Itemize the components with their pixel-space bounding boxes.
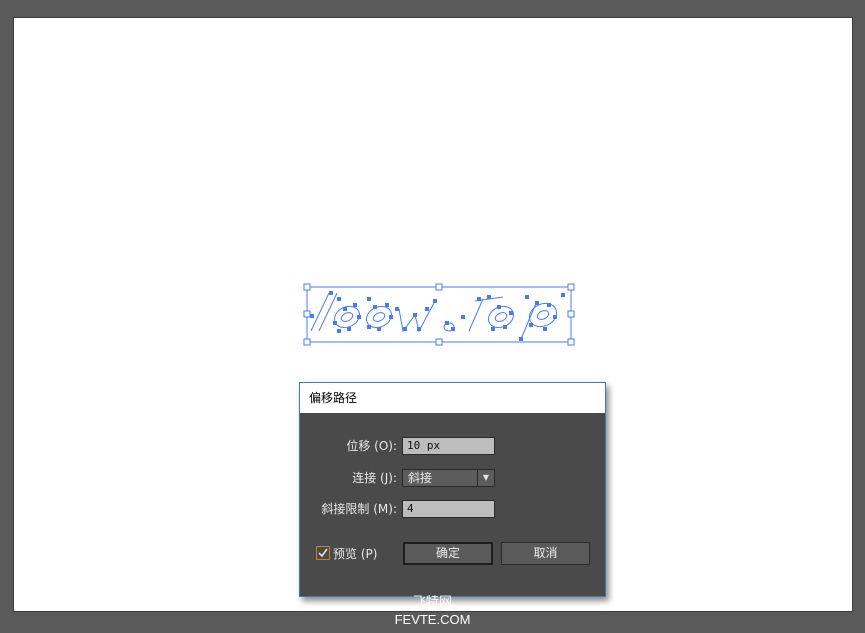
joins-row: 连接 (J): 斜接 ▼	[300, 468, 605, 488]
checkmark-icon	[318, 548, 328, 558]
dialog-title[interactable]: 偏移路径	[300, 383, 605, 413]
watermark-url: FEVTE.COM	[394, 612, 471, 627]
preview-label: 预览 (P)	[333, 547, 378, 561]
miter-limit-row: 斜接限制 (M): 4	[300, 499, 605, 519]
preview-checkbox[interactable]	[316, 546, 330, 560]
offset-label: 位移 (O):	[346, 439, 397, 453]
chevron-down-icon[interactable]: ▼	[477, 470, 494, 486]
miter-limit-label: 斜接限制 (M):	[321, 502, 397, 516]
miter-limit-input[interactable]: 4	[402, 500, 495, 518]
offset-input[interactable]: 10 px	[402, 437, 495, 455]
ok-button[interactable]: 确定	[403, 542, 493, 565]
offset-path-dialog: 偏移路径 位移 (O): 10 px 连接 (J): 斜接 ▼ 斜接限制 (M)…	[299, 382, 606, 597]
preview-option[interactable]: 预览 (P)	[316, 545, 377, 563]
joins-selected-value: 斜接	[408, 471, 433, 485]
joins-label: 连接 (J):	[352, 471, 397, 485]
watermark-chinese: 飞特网	[412, 595, 452, 610]
offset-row: 位移 (O): 10 px	[300, 436, 605, 456]
cancel-button[interactable]: 取消	[501, 542, 590, 565]
joins-select[interactable]: 斜接 ▼	[402, 469, 495, 487]
selected-paths-graphic	[303, 283, 575, 346]
selected-text-outline[interactable]	[303, 283, 575, 346]
